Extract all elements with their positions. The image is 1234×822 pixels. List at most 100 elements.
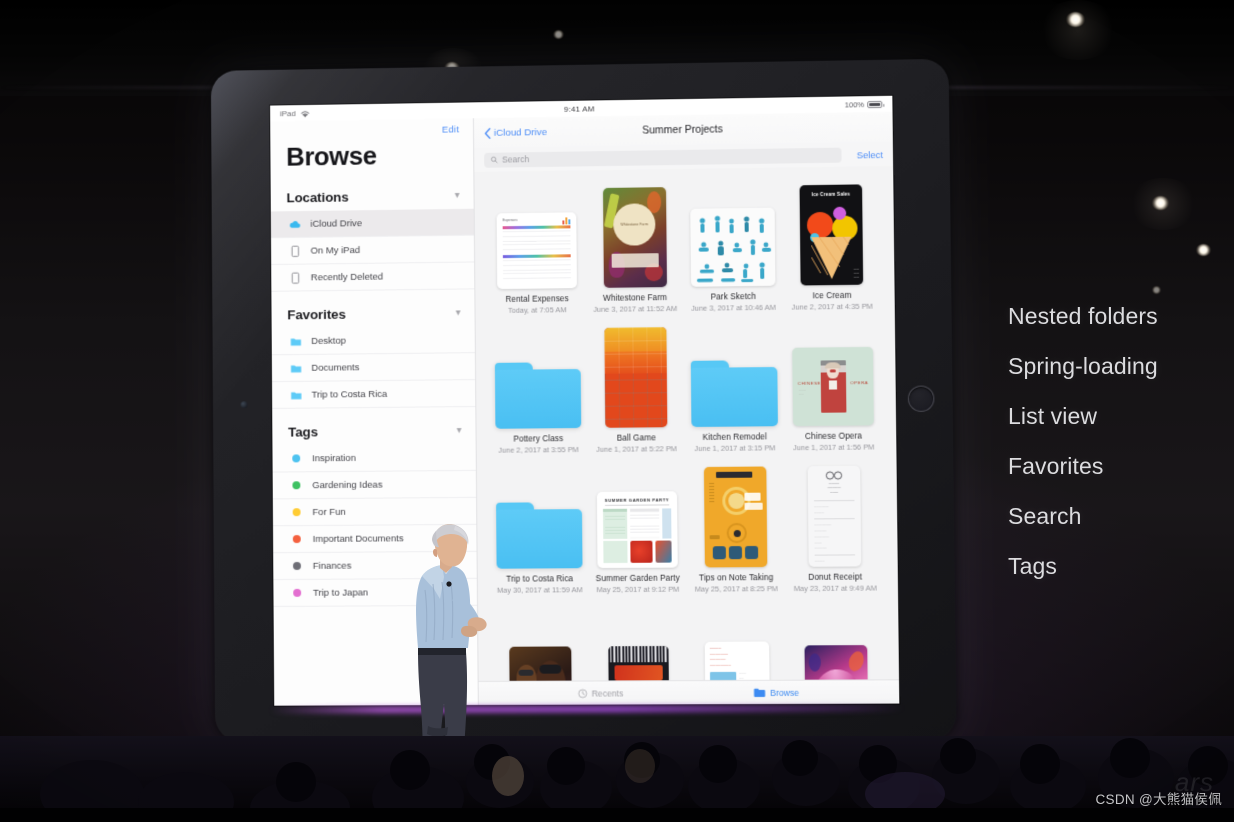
search-placeholder: Search — [502, 154, 530, 165]
file-name: Ice Cream — [812, 290, 852, 301]
file-item[interactable]: CHINESE OPERA ——— —— Chinese Opera June … — [786, 317, 880, 459]
sidebar-item-icloud-drive[interactable]: iCloud Drive — [270, 208, 474, 239]
thumbnail-wrap — [804, 603, 868, 681]
sidebar-item-label: Recently Deleted — [310, 271, 384, 283]
sidebar-item-label: Trip to Costa Rica — [311, 388, 388, 401]
sidebar-item-label: Inspiration — [312, 452, 356, 464]
file-item[interactable] — [789, 599, 884, 681]
file-item[interactable]: Kitchen Remodel June 1, 2017 at 3:15 PM — [687, 318, 781, 459]
file-item[interactable]: ———— ————————————————————— —————————— — [690, 599, 784, 681]
file-name: Whitestone Farm — [603, 293, 668, 303]
file-date: Today, at 7:05 AM — [508, 305, 567, 315]
sidebar-item-label: Finances — [312, 560, 352, 572]
file-item[interactable]: Pottery Class June 2, 2017 at 3:55 PM — [492, 320, 585, 461]
file-item[interactable]: ———— ————— ——— —————— ———— ——————— ————— ————… — [787, 457, 882, 599]
file-thumbnail-receipt: ———— ————— ——— —————— ———— ——————— ————— ————… — [807, 465, 862, 567]
file-date: June 2, 2017 at 4:35 PM — [791, 301, 873, 312]
thumbnail-wrap — [604, 323, 668, 428]
file-thumbnail-doc-party: SUMMER GARDEN PARTY — [596, 491, 678, 569]
sidebar-item-documents[interactable]: Documents — [271, 353, 476, 383]
file-name: Rental Expenses — [505, 294, 569, 304]
file-item[interactable]: Expenses Rental Expenses Today, at 7:05 … — [490, 180, 583, 321]
section-header-tags[interactable]: Tags ▾ — [272, 419, 475, 446]
ipad-device: iPad 9:41 AM 100% Edit Browse Locations … — [210, 58, 957, 742]
file-name: Park Sketch — [710, 292, 757, 302]
file-item[interactable]: Park Sketch June 3, 2017 at 10:46 AM — [686, 178, 780, 319]
file-thumbnail-photo-people — [509, 646, 572, 681]
thumbnail-wrap — [703, 462, 768, 568]
thumbnail-wrap — [494, 324, 582, 429]
ipad-icon — [289, 244, 302, 257]
sidebar-item-gardening-ideas[interactable]: Gardening Ideas — [272, 470, 477, 500]
sidebar-item-on-my-ipad[interactable]: On My iPad — [271, 235, 475, 266]
thumbnail-wrap: Whitestone Farm — [602, 183, 667, 288]
sidebar-item-trip-to-costa-rica[interactable]: Trip to Costa Rica — [271, 380, 476, 409]
sidebar-item-desktop[interactable]: Desktop — [271, 326, 475, 356]
search-input[interactable]: Search — [484, 147, 842, 168]
icloud-icon — [289, 220, 301, 228]
sidebar-item-label: Desktop — [311, 335, 347, 347]
page-title: Browse — [286, 140, 377, 172]
sidebar-item-label: On My iPad — [310, 244, 361, 257]
feature-item-list-view: List view — [1008, 403, 1098, 429]
chevron-down-icon[interactable]: ▾ — [455, 190, 460, 201]
file-date: June 1, 2017 at 5:22 PM — [596, 444, 677, 454]
tag-dot-icon — [292, 454, 301, 463]
sidebar-item-label: iCloud Drive — [310, 217, 363, 230]
file-date: June 1, 2017 at 1:56 PM — [792, 442, 875, 453]
thumbnail-wrap: Expenses — [496, 184, 577, 290]
file-thumbnail-photo-poster: Whitestone Farm — [602, 187, 667, 288]
sidebar-item-label: For Fun — [312, 506, 346, 518]
select-button[interactable]: Select — [846, 149, 883, 161]
sidebar-item-recently-deleted[interactable]: Recently Deleted — [271, 262, 475, 292]
tag-dot-icon — [292, 535, 301, 544]
sidebar-edit-row: Edit — [270, 118, 473, 138]
file-date: June 2, 2017 at 3:55 PM — [498, 445, 579, 455]
thumbnail-label: SUMMER GARDEN PARTY — [604, 497, 670, 503]
file-item[interactable]: Ice Cream Sales —— —— —— Ice Cream June … — [784, 176, 878, 318]
thumbnail-wrap: SUMMER GARDEN PARTY — [596, 463, 678, 569]
tag-dot-icon — [292, 508, 301, 517]
feature-item-tags: Tags — [1008, 553, 1057, 579]
file-item[interactable]: SUMMER GARDEN PARTY Summer Garden Party … — [591, 459, 685, 600]
tag-dot-icon — [292, 481, 301, 490]
feature-list: Nested folders Spring-loading List view … — [1008, 292, 1234, 591]
front-camera-icon — [240, 401, 248, 409]
sketch-figures-icon — [696, 215, 772, 283]
chevron-down-icon[interactable]: ▾ — [457, 425, 462, 436]
folder-icon — [291, 391, 302, 399]
file-thumbnail-photo-seats — [604, 327, 668, 428]
edit-button[interactable]: Edit — [442, 124, 459, 135]
search-icon — [490, 156, 498, 164]
file-thumbnail-poster-icecream: Ice Cream Sales —— —— —— — [799, 184, 864, 286]
feature-item-favorites: Favorites — [1008, 453, 1104, 479]
file-name: Tips on Note Taking — [699, 573, 774, 583]
thumbnail-wrap — [690, 322, 778, 427]
home-button[interactable] — [907, 385, 935, 412]
thumbnail-wrap — [608, 604, 670, 681]
file-item[interactable]: Whitestone Farm Whitestone Farm June 3, … — [588, 179, 681, 320]
section-header-favorites[interactable]: Favorites ▾ — [271, 301, 474, 328]
ipad-screen: iPad 9:41 AM 100% Edit Browse Locations … — [270, 95, 900, 706]
tag-dot-icon — [293, 561, 301, 570]
thumbnail-label: OPERA — [850, 380, 869, 386]
sidebar-item-inspiration[interactable]: Inspiration — [272, 443, 476, 473]
sidebar-item-label: Gardening Ideas — [312, 479, 383, 491]
thumbnail-wrap — [509, 604, 572, 681]
file-item[interactable]: Tips on Note Taking May 25, 2017 at 8:25… — [689, 458, 783, 599]
file-thumbnail-poster-notes — [703, 466, 768, 568]
ipad-icon — [289, 271, 302, 284]
content-area: iCloud Drive Summer Projects Search Sele… — [473, 111, 900, 705]
file-item[interactable]: Ball Game June 1, 2017 at 5:22 PM — [589, 319, 682, 460]
file-name: Summer Garden Party — [595, 573, 680, 584]
section-title: Favorites — [287, 306, 346, 323]
thumbnail-label: Whitestone Farm — [620, 221, 649, 227]
thumbnail-wrap — [690, 182, 776, 287]
chevron-down-icon[interactable]: ▾ — [456, 307, 461, 318]
audience-silhouettes — [0, 736, 1234, 822]
section-header-locations[interactable]: Locations ▾ — [271, 184, 474, 212]
file-item[interactable] — [592, 600, 686, 681]
file-date: June 1, 2017 at 3:15 PM — [694, 443, 776, 454]
file-thumbnail-poster-opera: CHINESE OPERA ——— —— — [792, 346, 874, 427]
ice-cream-cone-icon — [811, 236, 852, 280]
